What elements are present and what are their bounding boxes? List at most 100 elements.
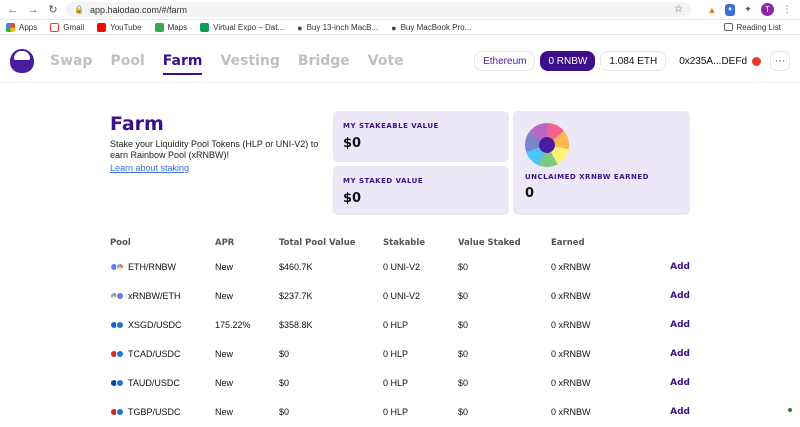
table-row: XSGD/USDC 175.22% $358.8K 0 HLP $0 0 xRN… [110, 310, 690, 339]
unclaimed-card: UNCLAIMED XRNBW EARNED 0 [513, 111, 690, 215]
staked-value: $0 [458, 261, 469, 272]
shield-extension-icon[interactable]: ♦ [725, 3, 735, 16]
youtube-icon [97, 22, 107, 32]
earned-value: 0 xRNBW [551, 406, 591, 417]
nav-vote[interactable]: Vote [368, 53, 404, 69]
table-row: TGBP/USDC New $0 0 HLP $0 0 xRNBW Add [110, 397, 690, 426]
apps-icon [6, 22, 15, 32]
browser-toolbar: ← → ↻ 🔒 app.halodao.com/#/farm ☆ ▲ ♦ ✦ T… [0, 0, 800, 20]
main-nav: Swap Pool Farm Vesting Bridge Vote [50, 53, 422, 75]
staked-value: $0 [458, 406, 469, 417]
bookmark-buy-macbook-13[interactable]: ● Buy 13-inch MacB... [297, 22, 378, 33]
earned-value: 0 xRNBW [551, 290, 591, 301]
table-row: TCAD/USDC New $0 0 HLP $0 0 xRNBW Add [110, 339, 690, 368]
wallet-address-button[interactable]: 0x235A...DEFd [671, 51, 765, 71]
pool-name: TCAD/USDC [128, 348, 181, 359]
metamask-icon[interactable]: ▲ [705, 3, 719, 17]
add-button[interactable]: Add [667, 320, 690, 330]
tpv-value: $358.8K [279, 319, 313, 330]
earned-value: 0 xRNBW [551, 319, 591, 330]
bookmark-buy-macbook-pro[interactable]: ● Buy MacBook Pro... [391, 22, 471, 33]
nav-vesting[interactable]: Vesting [220, 53, 279, 69]
apr-value: New [215, 348, 234, 359]
col-total-pool-value: Total Pool Value [279, 238, 356, 248]
earned-value: 0 xRNBW [551, 261, 591, 272]
bookmark-gmail[interactable]: Gmail [50, 22, 84, 32]
network-selector[interactable]: Ethereum [474, 51, 536, 71]
url-text: app.halodao.com/#/farm [89, 4, 188, 15]
eth-balance: 1.084 ETH [600, 51, 667, 71]
reading-list[interactable]: Reading List [723, 23, 781, 32]
table-row: xRNBW/ETH New $237.7K 0 UNI-V2 $0 0 xRNB… [110, 281, 690, 310]
learn-staking-link[interactable]: Learn about staking [110, 163, 189, 173]
staked-value: $0 [458, 348, 469, 359]
add-button[interactable]: Add [667, 407, 690, 417]
nav-farm[interactable]: Farm [162, 53, 202, 75]
reload-icon[interactable]: ↻ [46, 3, 60, 17]
apple-icon: ● [297, 22, 303, 33]
bookmark-youtube[interactable]: YouTube [97, 22, 142, 32]
bookmark-apps[interactable]: Apps [6, 22, 37, 32]
add-button[interactable]: Add [667, 291, 690, 301]
apr-value: New [215, 290, 234, 301]
tpv-value: $0 [279, 406, 290, 417]
back-icon[interactable]: ← [6, 3, 20, 17]
status-dot [788, 408, 792, 412]
col-stakable: Stakable [383, 238, 426, 248]
nav-swap[interactable]: Swap [50, 53, 93, 69]
tpv-value: $460.7K [279, 261, 313, 272]
bookmarks-bar: Apps Gmail YouTube Maps Virtual Expo – D… [0, 20, 800, 35]
nav-bridge[interactable]: Bridge [298, 53, 350, 69]
add-button[interactable]: Add [667, 349, 690, 359]
bookmark-star-icon[interactable]: ☆ [674, 4, 683, 15]
bookmark-virtual-expo[interactable]: Virtual Expo – Dat... [200, 22, 284, 32]
staked-value: $0 [343, 191, 362, 206]
extensions-icon[interactable]: ✦ [741, 3, 755, 17]
profile-avatar[interactable]: T [761, 3, 774, 16]
wallet-address: 0x235A...DEFd [679, 55, 747, 67]
wallet-identicon [752, 56, 761, 66]
stakeable-label: MY STAKEABLE VALUE [343, 122, 439, 130]
sheets-icon [200, 22, 210, 32]
unclaimed-value: 0 [525, 186, 535, 201]
address-bar[interactable]: 🔒 app.halodao.com/#/farm ☆ [66, 2, 691, 17]
pool-name: ETH/RNBW [128, 261, 176, 272]
add-button[interactable]: Add [667, 378, 690, 388]
col-earned: Earned [551, 238, 585, 248]
halodao-logo[interactable] [10, 49, 34, 73]
stakeable-value-card: MY STAKEABLE VALUE $0 [333, 111, 509, 162]
maps-icon [154, 22, 164, 32]
rnbw-balance-button[interactable]: 0 RNBW [540, 51, 596, 71]
token-pair-icon [110, 291, 124, 300]
pool-name: TGBP/USDC [128, 406, 181, 417]
stakable-value: 0 UNI-V2 [383, 261, 421, 272]
token-pair-icon [110, 407, 124, 416]
bookmark-maps[interactable]: Maps [154, 22, 187, 32]
nav-pool[interactable]: Pool [111, 53, 145, 69]
lock-icon: 🔒 [74, 5, 84, 14]
forward-icon[interactable]: → [26, 3, 40, 17]
page-title: Farm [110, 113, 164, 135]
stakable-value: 0 UNI-V2 [383, 290, 421, 301]
unclaimed-label: UNCLAIMED XRNBW EARNED [525, 173, 649, 181]
tpv-value: $0 [279, 348, 290, 359]
stakeable-value: $0 [343, 136, 362, 151]
apr-value: New [215, 406, 234, 417]
stakable-value: 0 HLP [383, 348, 409, 359]
apple-icon: ● [391, 22, 397, 33]
pools-table: Pool APR Total Pool Value Stakable Value… [110, 234, 690, 426]
browser-menu-icon[interactable]: ⋮ [780, 3, 794, 17]
staked-value-card: MY STAKED VALUE $0 [333, 166, 509, 215]
table-row: ETH/RNBW New $460.7K 0 UNI-V2 $0 0 xRNBW… [110, 252, 690, 281]
staked-label: MY STAKED VALUE [343, 177, 424, 185]
add-button[interactable]: Add [667, 262, 690, 272]
token-pair-icon [110, 349, 124, 358]
staked-value: $0 [458, 290, 469, 301]
table-row: TAUD/USDC New $0 0 HLP $0 0 xRNBW Add [110, 368, 690, 397]
pool-name: TAUD/USDC [128, 377, 180, 388]
more-menu-button[interactable]: ··· [770, 51, 790, 71]
apr-value: 175.22% [215, 319, 251, 330]
col-value-staked: Value Staked [458, 238, 521, 248]
reading-list-icon [723, 23, 733, 31]
token-pair-icon [110, 320, 124, 329]
